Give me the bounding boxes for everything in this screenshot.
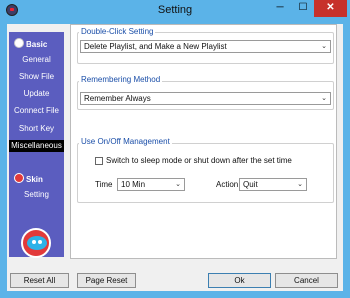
mascot-icon [21,228,51,258]
time-value: 10 Min [121,180,146,189]
sidebar-group-skin[interactable]: Skin [14,173,43,184]
sidebar-item-skin-setting[interactable]: Setting [9,189,64,201]
title-bar[interactable]: Setting ─ ☐ ✕ [0,0,350,22]
double-click-value: Delete Playlist, and Make a New Playlist [84,42,227,51]
sidebar-item-connect-file[interactable]: Connect File [9,105,64,117]
chevron-down-icon: ⌄ [321,43,327,50]
onoff-group [77,143,334,203]
onoff-title: Use On/Off Management [79,137,172,146]
chevron-down-icon: ⌄ [321,95,327,102]
cancel-button[interactable]: Cancel [275,273,338,288]
dialog-body: Basic General Show File Update Connect F… [7,24,343,291]
minimize-button[interactable]: ─ [268,0,292,17]
sleep-mode-label: Switch to sleep mode or shut down after … [106,156,292,165]
sleep-mode-checkbox[interactable] [95,157,103,165]
action-value: Quit [243,180,258,189]
sidebar-group-basic[interactable]: Basic [14,38,47,49]
skin-icon [14,173,24,183]
remembering-value: Remember Always [84,94,151,103]
basic-icon [14,38,24,48]
sidebar-group-label: Skin [26,175,43,184]
ok-button[interactable]: Ok [208,273,271,288]
reset-all-button[interactable]: Reset All [10,273,69,288]
remembering-title: Remembering Method [79,75,163,84]
settings-window: Setting ─ ☐ ✕ Basic General Show File Up… [0,0,350,298]
time-label: Time [95,180,113,189]
sidebar-item-miscellaneous[interactable]: Miscellaneous [9,140,64,152]
chevron-down-icon: ⌄ [175,181,181,188]
sidebar-item-show-file[interactable]: Show File [9,71,64,83]
action-label: Action [216,180,239,189]
settings-panel: Double-Click Setting Delete Playlist, an… [70,24,337,259]
maximize-button[interactable]: ☐ [292,0,314,17]
remembering-select[interactable]: Remember Always ⌄ [80,92,331,105]
close-button[interactable]: ✕ [314,0,347,17]
sidebar-nav: Basic General Show File Update Connect F… [9,32,64,258]
sidebar-item-update[interactable]: Update [9,88,64,100]
chevron-down-icon: ⌄ [297,181,303,188]
double-click-select[interactable]: Delete Playlist, and Make a New Playlist… [80,40,331,53]
sidebar-group-label: Basic [26,40,48,49]
page-reset-button[interactable]: Page Reset [77,273,136,288]
sidebar-item-short-key[interactable]: Short Key [9,123,64,135]
time-select[interactable]: 10 Min ⌄ [117,178,185,191]
double-click-title: Double-Click Setting [79,27,156,36]
sidebar-item-general[interactable]: General [9,54,64,66]
action-select[interactable]: Quit ⌄ [239,178,307,191]
